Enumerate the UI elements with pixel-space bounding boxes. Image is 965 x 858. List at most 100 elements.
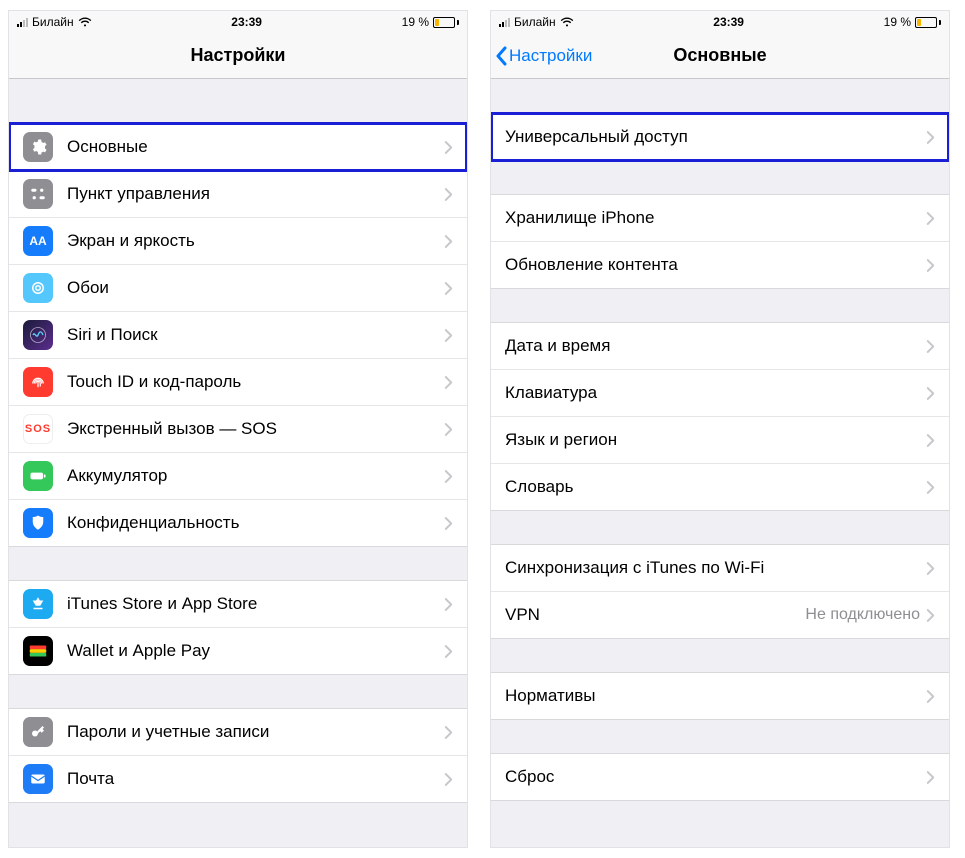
store-icon xyxy=(23,589,53,619)
chevron-right-icon xyxy=(926,386,935,401)
row-label: Клавиатура xyxy=(505,383,926,403)
general-list: Универсальный доступ Хранилище iPhone Обно… xyxy=(491,113,949,800)
row-vpn[interactable]: VPNНе подключено xyxy=(491,591,949,639)
status-bar: Билайн 23:39 19 % xyxy=(9,11,467,33)
row-label: Пароли и учетные записи xyxy=(67,722,444,742)
chevron-right-icon xyxy=(444,597,453,612)
key-icon xyxy=(23,717,53,747)
row-refresh[interactable]: Обновление контента xyxy=(491,241,949,289)
phone-settings: Билайн 23:39 19 % Настройки Основные Пунк… xyxy=(8,10,468,848)
row-reg[interactable]: Нормативы xyxy=(491,672,949,720)
mail-icon xyxy=(23,764,53,794)
wall-icon xyxy=(23,273,53,303)
chevron-right-icon xyxy=(444,644,453,659)
signal-icon xyxy=(17,17,28,27)
row-label: Основные xyxy=(67,137,444,157)
row-label: VPN xyxy=(505,605,805,625)
row-storage[interactable]: Хранилище iPhone xyxy=(491,194,949,242)
row-battery[interactable]: Аккумулятор xyxy=(9,452,467,500)
row-label: Экстренный вызов — SOS xyxy=(67,419,444,439)
row-label: Сброс xyxy=(505,767,926,787)
battery-percent: 19 % xyxy=(884,15,911,29)
phone-general: Билайн 23:39 19 % Настройки Основные Уни… xyxy=(490,10,950,848)
row-value: Не подключено xyxy=(805,606,920,624)
carrier-label: Билайн xyxy=(514,15,556,29)
nav-bar: Настройки xyxy=(9,33,467,79)
status-bar: Билайн 23:39 19 % xyxy=(491,11,949,33)
row-sos[interactable]: SOS Экстренный вызов — SOS xyxy=(9,405,467,453)
row-date[interactable]: Дата и время xyxy=(491,322,949,370)
chevron-right-icon xyxy=(444,772,453,787)
wifi-icon xyxy=(78,17,92,28)
chevron-right-icon xyxy=(926,689,935,704)
row-label: Экран и яркость xyxy=(67,231,444,251)
ctrl-icon xyxy=(23,179,53,209)
chevron-right-icon xyxy=(444,281,453,296)
row-sync[interactable]: Синхронизация с iTunes по Wi-Fi xyxy=(491,544,949,592)
row-store[interactable]: iTunes Store и App Store xyxy=(9,580,467,628)
row-general[interactable]: Основные xyxy=(9,123,467,171)
row-label: Нормативы xyxy=(505,686,926,706)
row-lang[interactable]: Язык и регион xyxy=(491,416,949,464)
row-label: Дата и время xyxy=(505,336,926,356)
row-label: Синхронизация с iTunes по Wi-Fi xyxy=(505,558,926,578)
batt-icon xyxy=(23,461,53,491)
row-touchid[interactable]: Touch ID и код-пароль xyxy=(9,358,467,406)
chevron-right-icon xyxy=(444,328,453,343)
row-label: Конфиденциальность xyxy=(67,513,444,533)
battery-icon xyxy=(915,17,941,28)
chevron-right-icon xyxy=(926,433,935,448)
chevron-right-icon xyxy=(444,140,453,155)
row-wallet[interactable]: Wallet и Apple Pay xyxy=(9,627,467,675)
row-mail[interactable]: Почта xyxy=(9,755,467,803)
row-kbd[interactable]: Клавиатура xyxy=(491,369,949,417)
chevron-right-icon xyxy=(444,469,453,484)
row-dict[interactable]: Словарь xyxy=(491,463,949,511)
row-label: iTunes Store и App Store xyxy=(67,594,444,614)
gear-icon xyxy=(23,132,53,162)
chevron-right-icon xyxy=(444,375,453,390)
wallet-icon xyxy=(23,636,53,666)
chevron-right-icon xyxy=(926,130,935,145)
chevron-right-icon xyxy=(926,211,935,226)
chevron-right-icon xyxy=(444,187,453,202)
row-label: Touch ID и код-пароль xyxy=(67,372,444,392)
chevron-left-icon xyxy=(495,46,509,66)
chevron-right-icon xyxy=(926,258,935,273)
clock: 23:39 xyxy=(713,15,744,29)
chevron-right-icon xyxy=(444,725,453,740)
row-privacy[interactable]: Конфиденциальность xyxy=(9,499,467,547)
row-control[interactable]: Пункт управления xyxy=(9,170,467,218)
chevron-right-icon xyxy=(926,480,935,495)
wifi-icon xyxy=(560,17,574,28)
screen-icon: AA xyxy=(23,226,53,256)
row-display[interactable]: AA Экран и яркость xyxy=(9,217,467,265)
row-label: Почта xyxy=(67,769,444,789)
chevron-right-icon xyxy=(444,516,453,531)
page-title: Настройки xyxy=(9,45,467,66)
carrier-label: Билайн xyxy=(32,15,74,29)
back-button[interactable]: Настройки xyxy=(491,46,592,66)
signal-icon xyxy=(499,17,510,27)
row-reset[interactable]: Сброс xyxy=(491,753,949,801)
chevron-right-icon xyxy=(444,234,453,249)
row-label: Siri и Поиск xyxy=(67,325,444,345)
chevron-right-icon xyxy=(444,422,453,437)
row-label: Пункт управления xyxy=(67,184,444,204)
row-pwd[interactable]: Пароли и учетные записи xyxy=(9,708,467,756)
row-wall[interactable]: Обои xyxy=(9,264,467,312)
nav-bar: Настройки Основные xyxy=(491,33,949,79)
siri-icon xyxy=(23,320,53,350)
chevron-right-icon xyxy=(926,561,935,576)
row-siri[interactable]: Siri и Поиск xyxy=(9,311,467,359)
back-label: Настройки xyxy=(509,46,592,66)
sos-icon: SOS xyxy=(23,414,53,444)
settings-list: Основные Пункт управления AA Экран и яркост… xyxy=(9,123,467,802)
row-label: Язык и регион xyxy=(505,430,926,450)
touch-icon xyxy=(23,367,53,397)
row-label: Обновление контента xyxy=(505,255,926,275)
row-access[interactable]: Универсальный доступ xyxy=(491,113,949,161)
chevron-right-icon xyxy=(926,339,935,354)
row-label: Обои xyxy=(67,278,444,298)
battery-percent: 19 % xyxy=(402,15,429,29)
